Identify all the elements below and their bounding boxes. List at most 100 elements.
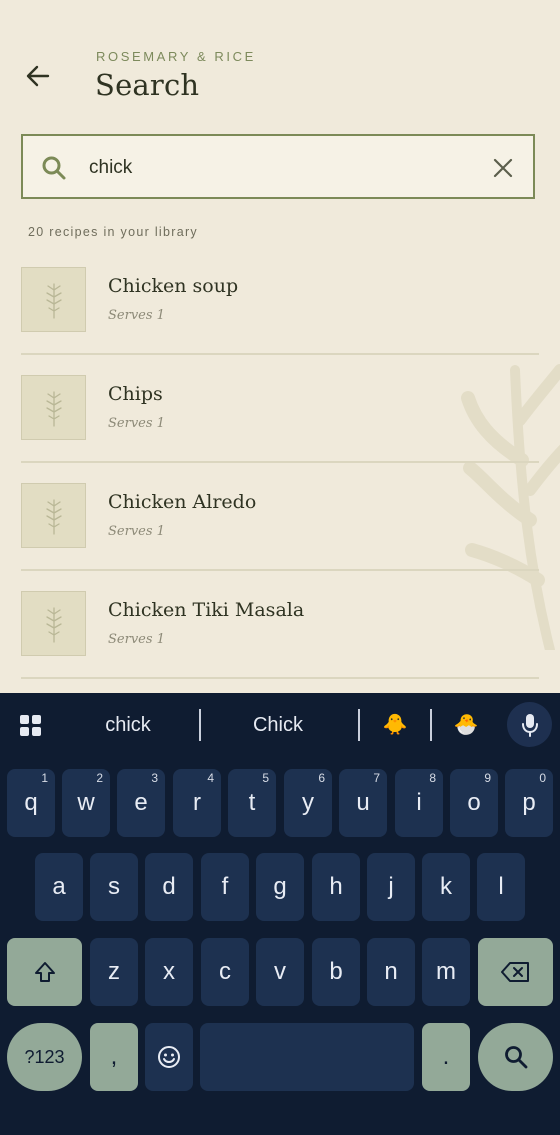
recipe-name: Chicken Alredo: [108, 491, 257, 513]
recipe-thumbnail: [21, 375, 86, 440]
key-label: .: [442, 1043, 450, 1070]
recipe-item[interactable]: Chicken Tiki Masala Serves 1: [21, 571, 539, 679]
key-label: o: [467, 789, 481, 816]
key-s[interactable]: s: [90, 853, 138, 921]
key-number-hint: 2: [96, 771, 103, 785]
key-e[interactable]: e3: [117, 769, 165, 837]
key-x[interactable]: x: [145, 938, 193, 1006]
key-label: l: [498, 873, 504, 900]
recipe-item[interactable]: Chicken Alredo Serves 1: [21, 463, 539, 571]
key-i[interactable]: i8: [395, 769, 443, 837]
key-p[interactable]: p0: [505, 769, 553, 837]
suggestion-emoji[interactable]: 🐥: [370, 711, 420, 739]
brand-label: ROSEMARY & RICE: [96, 49, 256, 64]
key-t[interactable]: t5: [228, 769, 276, 837]
suggestion-divider: [199, 709, 201, 741]
back-button[interactable]: [18, 56, 58, 96]
period-key[interactable]: .: [422, 1023, 470, 1091]
spacebar[interactable]: [200, 1023, 414, 1091]
key-g[interactable]: g: [256, 853, 304, 921]
key-label: y: [302, 789, 314, 816]
key-number-hint: 7: [373, 771, 380, 785]
key-label: g: [273, 873, 287, 900]
key-label: c: [219, 958, 231, 985]
key-d[interactable]: d: [145, 853, 193, 921]
recipe-serves: Serves 1: [108, 632, 165, 647]
key-k[interactable]: k: [422, 853, 470, 921]
key-v[interactable]: v: [256, 938, 304, 1006]
backspace-icon: [500, 962, 529, 982]
key-label: v: [274, 958, 286, 985]
key-w[interactable]: w2: [62, 769, 110, 837]
key-label: e: [134, 789, 148, 816]
key-label: w: [77, 789, 95, 816]
recipe-name: Chips: [108, 383, 163, 405]
key-number-hint: 0: [539, 771, 546, 785]
key-m[interactable]: m: [422, 938, 470, 1006]
key-n[interactable]: n: [367, 938, 415, 1006]
key-c[interactable]: c: [201, 938, 249, 1006]
recipe-thumbnail: [21, 267, 86, 332]
emoji-key[interactable]: [145, 1023, 193, 1091]
apps-grid-icon[interactable]: [20, 715, 41, 736]
backspace-key[interactable]: [478, 938, 553, 1006]
recipe-thumbnail: [21, 483, 86, 548]
search-box: [21, 134, 535, 199]
recipe-item[interactable]: Chicken soup Serves 1: [21, 247, 539, 355]
suggestion-word[interactable]: chick: [68, 711, 188, 739]
recipe-serves: Serves 1: [108, 524, 165, 539]
suggestion-word[interactable]: Chick: [218, 711, 338, 739]
key-b[interactable]: b: [312, 938, 360, 1006]
shift-key[interactable]: [7, 938, 82, 1006]
recipe-item[interactable]: Chips Serves 1: [21, 355, 539, 463]
voice-input-button[interactable]: [507, 702, 552, 747]
smiley-icon: [158, 1046, 180, 1068]
search-input[interactable]: [89, 154, 469, 182]
key-label: d: [162, 873, 176, 900]
key-l[interactable]: l: [477, 853, 525, 921]
key-h[interactable]: h: [312, 853, 360, 921]
recipe-name: Chicken Tiki Masala: [108, 599, 305, 621]
key-label: n: [384, 958, 398, 985]
key-number-hint: 3: [151, 771, 158, 785]
search-icon: [42, 156, 66, 180]
suggestion-emoji[interactable]: 🐣: [440, 711, 492, 739]
key-label: ?123: [24, 1046, 65, 1067]
arrow-left-icon: [26, 65, 50, 87]
key-label: j: [388, 873, 394, 900]
key-j[interactable]: j: [367, 853, 415, 921]
symbols-key[interactable]: ?123: [7, 1023, 82, 1091]
rosemary-sprig-icon: [45, 282, 62, 319]
recipe-thumbnail: [21, 591, 86, 656]
library-count: 20 recipes in your library: [28, 225, 198, 239]
microphone-icon: [521, 713, 538, 737]
key-r[interactable]: r4: [173, 769, 221, 837]
key-number-hint: 4: [207, 771, 214, 785]
key-label: ,: [110, 1043, 118, 1070]
key-label: s: [108, 873, 120, 900]
app-screen: ROSEMARY & RICE Search 20 recipes in you…: [0, 0, 560, 693]
key-f[interactable]: f: [201, 853, 249, 921]
recipe-name: Chicken soup: [108, 275, 239, 297]
key-a[interactable]: a: [35, 853, 83, 921]
key-u[interactable]: u7: [339, 769, 387, 837]
key-label: f: [221, 873, 229, 900]
recipe-serves: Serves 1: [108, 416, 165, 431]
clear-search-button[interactable]: [487, 152, 519, 184]
key-number-hint: 6: [318, 771, 325, 785]
rosemary-sprig-icon: [45, 606, 62, 643]
key-label: h: [329, 873, 343, 900]
rosemary-sprig-icon: [45, 390, 62, 427]
key-number-hint: 5: [262, 771, 269, 785]
key-q[interactable]: q1: [7, 769, 55, 837]
key-z[interactable]: z: [90, 938, 138, 1006]
key-label: p: [522, 789, 536, 816]
comma-key[interactable]: ,: [90, 1023, 138, 1091]
key-number-hint: 1: [41, 771, 48, 785]
key-y[interactable]: y6: [284, 769, 332, 837]
search-icon: [504, 1046, 527, 1069]
key-label: b: [329, 958, 343, 985]
search-action-key[interactable]: [478, 1023, 553, 1091]
recipe-list: Chicken soup Serves 1 Chips Serves 1 Chi…: [21, 247, 539, 679]
key-o[interactable]: o9: [450, 769, 498, 837]
